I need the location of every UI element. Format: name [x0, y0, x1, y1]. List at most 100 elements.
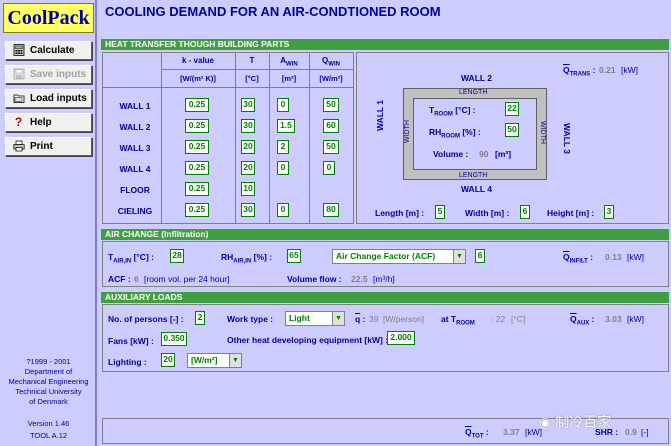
- header-a-unit: [m²]: [281, 74, 297, 83]
- length-bottom-label: LENGTH: [459, 172, 488, 179]
- wall4-t-input[interactable]: 20: [241, 161, 255, 175]
- shr-value: 0.9: [625, 427, 637, 437]
- height-dim-input[interactable]: 3: [604, 205, 614, 219]
- q-trans-value: 0.21: [599, 65, 616, 75]
- rh-air-in-input[interactable]: 65: [287, 249, 301, 263]
- app-logo: CoolPack: [3, 3, 94, 33]
- ceiling-t-input[interactable]: 30: [241, 203, 255, 217]
- at-troom-unit: [°C]: [511, 314, 526, 324]
- load-inputs-button[interactable]: Load inputs: [5, 89, 92, 108]
- work-type-select[interactable]: Light ▼: [285, 311, 345, 326]
- q-infilt-label: QINFILT :: [563, 252, 594, 265]
- lighting-unit-select[interactable]: [W/m²] ▼: [187, 353, 242, 368]
- aux-loads-section-header: AUXILIARY LOADS: [101, 292, 669, 303]
- air-change-section-header: AIR CHANGE (Infiltration): [101, 229, 669, 240]
- q-infilt-value: 0.13: [605, 252, 622, 262]
- wall4-k-input[interactable]: 0.25: [185, 161, 209, 175]
- heat-transfer-section-header: HEAT TRANSFER THOUGH BUILDING PARTS: [101, 39, 669, 50]
- air-change-panel: TAIR,IN [°C] : 28 RHAIR,IN [%] : 65 Air …: [102, 241, 669, 287]
- t-air-in-input[interactable]: 28: [170, 249, 184, 263]
- save-inputs-button[interactable]: Save inputs: [5, 65, 92, 84]
- header-q-unit: [W/m²]: [319, 74, 343, 83]
- room-diagram-panel: QTRANS : 0.21 [kW] WALL 2 WALL 4 WALL 1 …: [356, 52, 669, 224]
- page-title: COOLING DEMAND FOR AN AIR-CONDTIONED ROO…: [105, 4, 441, 19]
- dept-line-2: Mechanical Engineering: [8, 377, 89, 386]
- calculator-icon: [12, 44, 25, 57]
- width-dim-input[interactable]: 6: [520, 205, 530, 219]
- acf-info-label: ACF :: [108, 274, 131, 284]
- q-tot-label: QTOT :: [465, 427, 489, 440]
- header-t-unit: [°C]: [245, 74, 259, 83]
- t-air-in-label: TAIR,IN [°C] :: [108, 252, 154, 265]
- length-dim-label: Length [m] :: [375, 208, 425, 218]
- persons-input[interactable]: 2: [195, 311, 205, 325]
- fans-input[interactable]: 0.350: [161, 332, 187, 346]
- width-left-label: WIDTH: [404, 120, 411, 143]
- volume-unit: [m³]: [495, 149, 512, 159]
- wall3-a-input[interactable]: 2: [277, 140, 289, 154]
- chevron-down-icon: ▼: [229, 354, 241, 367]
- volume-flow-label: Volume flow :: [287, 274, 342, 284]
- row-label-wall2: WALL 2: [119, 122, 151, 132]
- help-icon: ?: [14, 115, 23, 129]
- row-label-floor: FLOOR: [120, 185, 150, 195]
- troom-input[interactable]: 22: [505, 102, 519, 116]
- wall1-diagram-label: WALL 1: [375, 99, 385, 131]
- ceiling-q-input[interactable]: 80: [323, 203, 339, 217]
- wall4-a-input[interactable]: 0: [277, 161, 289, 175]
- header-a-win: AWIN: [280, 56, 298, 68]
- ceiling-a-input[interactable]: 0: [277, 203, 289, 217]
- volume-label: Volume :: [433, 149, 469, 159]
- wall1-t-input[interactable]: 30: [241, 98, 255, 112]
- q-aux-unit: [kW]: [627, 314, 644, 324]
- wall3-k-input[interactable]: 0.25: [185, 140, 209, 154]
- wall2-k-input[interactable]: 0.25: [185, 119, 209, 133]
- acf-input[interactable]: 6: [475, 249, 485, 263]
- rh-room-input[interactable]: 50: [505, 123, 519, 137]
- row-label-wall3: WALL 3: [119, 143, 151, 153]
- other-equipment-input[interactable]: 2.000: [387, 331, 415, 345]
- heat-transfer-table: k - value [W/(m² K)] T [°C] AWIN [m²] QW…: [102, 52, 354, 224]
- help-button[interactable]: ? Help: [5, 113, 92, 132]
- acf-info-value: 6: [134, 274, 139, 284]
- floor-t-input[interactable]: 10: [241, 182, 255, 196]
- calculate-button[interactable]: Calculate: [5, 41, 92, 60]
- wall1-q-input[interactable]: 50: [323, 98, 339, 112]
- acf-select[interactable]: Air Change Factor (ACF) ▼: [332, 249, 466, 264]
- q-trans-label: QTRANS :: [563, 65, 596, 78]
- print-button[interactable]: Print: [5, 137, 92, 156]
- univ-line-2: of Denmark: [29, 397, 68, 406]
- wall1-k-input[interactable]: 0.25: [185, 98, 209, 112]
- row-label-ceiling: CIELING: [117, 206, 153, 216]
- tool-id-text: TOOL A.12: [29, 431, 68, 440]
- work-type-label: Work type :: [227, 314, 274, 324]
- wall2-q-input[interactable]: 60: [323, 119, 339, 133]
- ceiling-k-input[interactable]: 0.25: [185, 203, 209, 217]
- main-panel: COOLING DEMAND FOR AN AIR-CONDTIONED ROO…: [99, 0, 671, 446]
- wall2-t-input[interactable]: 30: [241, 119, 255, 133]
- sidebar: CoolPack Calculate Save inputs Load inpu…: [0, 0, 97, 446]
- wall3-t-input[interactable]: 20: [241, 140, 255, 154]
- acf-info-unit: [room vol. per 24 hour]: [144, 274, 230, 284]
- save-inputs-label: Save inputs: [30, 69, 87, 80]
- print-label: Print: [30, 141, 53, 152]
- watermark: ◉ 制冷百家: [539, 414, 612, 430]
- q-person-label: q :: [355, 314, 366, 324]
- copyright-text: ?1999 - 2001: [26, 357, 71, 366]
- save-icon: [12, 68, 25, 81]
- wall1-a-input[interactable]: 0: [277, 98, 289, 112]
- q-person-value: 39: [369, 314, 379, 324]
- length-top-label: LENGTH: [459, 89, 488, 96]
- q-person-unit: [W/person]: [383, 314, 425, 324]
- wall2-a-input[interactable]: 1.5: [277, 119, 295, 133]
- univ-line-1: Technical University: [15, 387, 82, 396]
- wall3-q-input[interactable]: 50: [323, 140, 339, 154]
- volume-value: 90: [479, 149, 489, 159]
- lighting-input[interactable]: 20: [161, 353, 175, 367]
- persons-label: No. of persons [-] :: [108, 314, 184, 324]
- wechat-icon: ◉: [539, 414, 552, 430]
- floor-k-input[interactable]: 0.25: [185, 182, 209, 196]
- wall4-q-input[interactable]: 0: [323, 161, 335, 175]
- length-dim-input[interactable]: 5: [435, 205, 445, 219]
- troom-label: TROOM [°C] :: [429, 105, 476, 118]
